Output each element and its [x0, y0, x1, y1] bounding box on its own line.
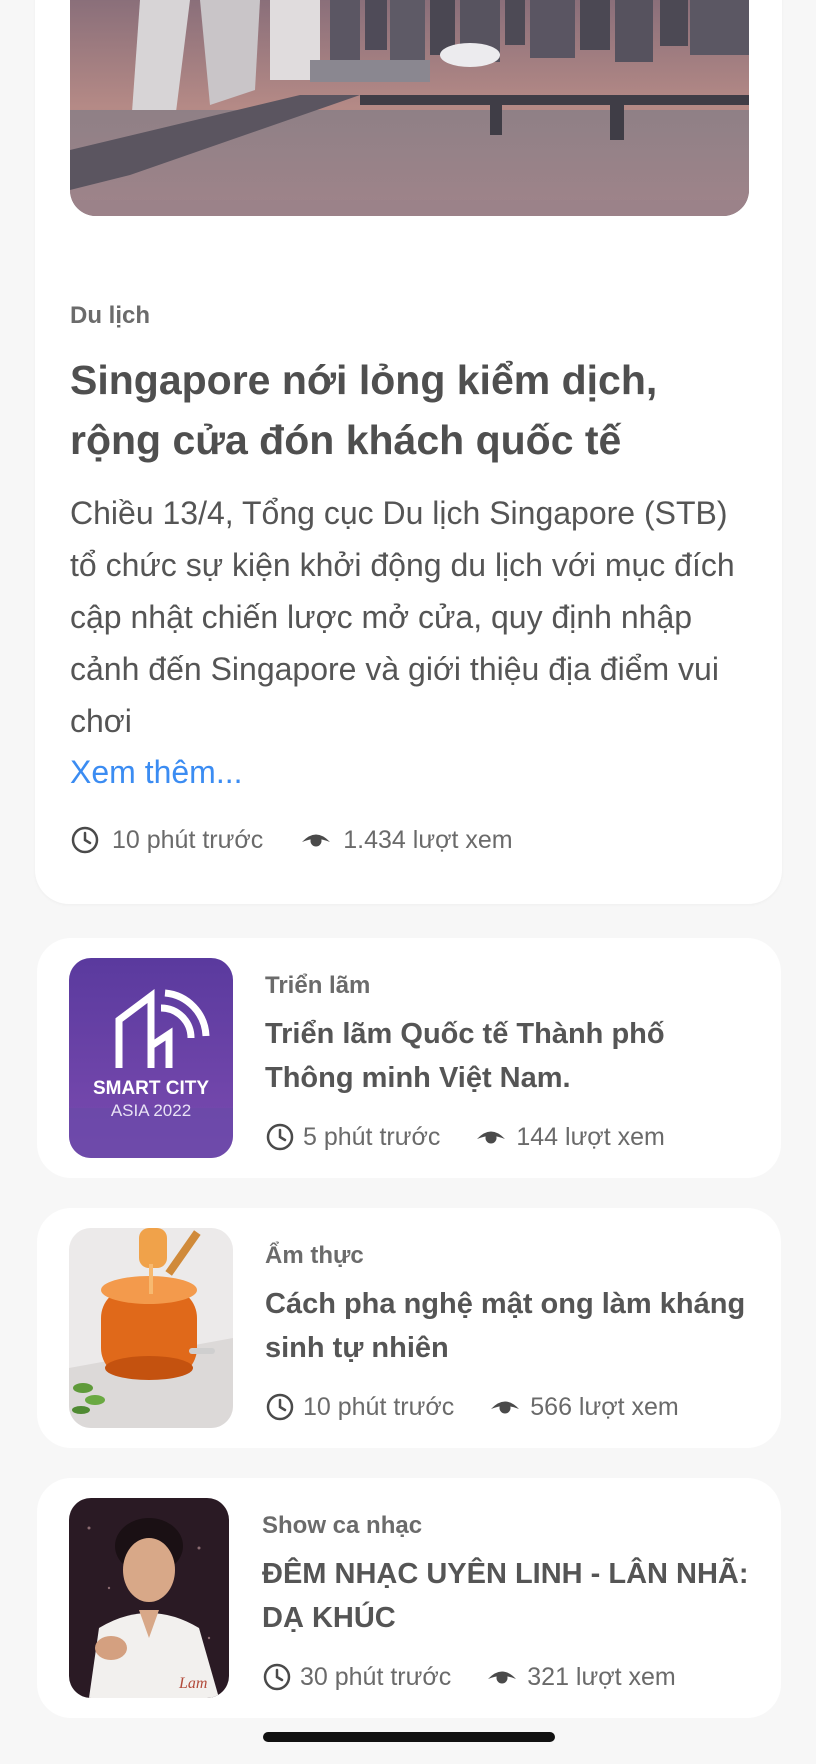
article-title[interactable]: Triển lãm Quốc tế Thành phố Thông minh V… [265, 1012, 755, 1100]
featured-category: Du lịch [70, 302, 151, 329]
featured-summary: Chiều 13/4, Tổng cục Du lịch Singapore (… [70, 495, 735, 739]
article-title[interactable]: Cách pha nghệ mật ong làm kháng sinh tự … [265, 1282, 755, 1370]
article-thumbnail[interactable] [69, 1228, 233, 1428]
time-meta: 30 phút trước [262, 1662, 451, 1692]
time-meta: 5 phút trước [265, 1122, 440, 1152]
eye-icon [491, 1401, 520, 1414]
clock-icon [71, 826, 99, 854]
views-text: 321 lượt xem [527, 1662, 676, 1691]
eye-icon [477, 1131, 506, 1144]
article-meta: 5 phút trước 144 lượt xem [265, 1122, 665, 1152]
clock-icon [266, 1393, 294, 1421]
featured-meta: 10 phút trước 1.434 lượt xem [70, 825, 513, 855]
article-thumbnail[interactable]: SMART CITY ASIA 2022 [69, 958, 233, 1158]
views-text: 566 lượt xem [530, 1392, 679, 1421]
article-meta: 30 phút trước 321 lượt xem [262, 1662, 676, 1692]
article-card[interactable]: SMART CITY ASIA 2022 Triển lãm Triển lãm… [37, 938, 781, 1178]
views-meta: 144 lượt xem [476, 1122, 665, 1152]
time-text: 10 phút trước [303, 1392, 455, 1421]
views-meta: 566 lượt xem [490, 1392, 679, 1422]
eye-icon [302, 834, 331, 847]
article-meta: 10 phút trước 566 lượt xem [265, 1392, 679, 1422]
time-text: 10 phút trước [112, 825, 264, 854]
article-thumbnail[interactable]: Lam [69, 1498, 229, 1698]
featured-article-card[interactable]: Du lịch Singapore nới lỏng kiểm dịch, rộ… [35, 0, 782, 904]
article-card[interactable]: Ẩm thực Cách pha nghệ mật ong làm kháng … [37, 1208, 781, 1448]
article-title[interactable]: ĐÊM NHẠC UYÊN LINH - LÂN NHÃ: DẠ KHÚC [262, 1552, 752, 1640]
featured-title[interactable]: Singapore nới lỏng kiểm dịch, rộng cửa đ… [70, 350, 730, 470]
views-meta: 1.434 lượt xem [301, 825, 513, 855]
article-category: Ẩm thực [265, 1242, 364, 1269]
views-text: 1.434 lượt xem [343, 825, 513, 854]
thumb-text-line2: ASIA 2022 [111, 1101, 191, 1120]
time-text: 30 phút trước [300, 1662, 452, 1691]
time-text: 5 phút trước [303, 1122, 441, 1151]
views-meta: 321 lượt xem [487, 1662, 676, 1692]
article-category: Triển lãm [265, 972, 371, 999]
featured-image[interactable] [70, 0, 749, 216]
article-card[interactable]: Lam Show ca nhạc ĐÊM NHẠC UYÊN LINH - LÂ… [37, 1478, 781, 1718]
eye-icon [488, 1671, 517, 1684]
clock-icon [266, 1123, 294, 1151]
article-category: Show ca nhạc [262, 1512, 423, 1539]
clock-icon [263, 1663, 291, 1691]
home-indicator[interactable] [263, 1732, 555, 1742]
thumb-text-line1: SMART CITY [93, 1078, 209, 1099]
views-text: 144 lượt xem [516, 1122, 665, 1151]
time-meta: 10 phút trước [265, 1392, 454, 1422]
time-meta: 10 phút trước [70, 825, 263, 855]
svg-text:Lam: Lam [178, 1675, 207, 1692]
read-more-link[interactable]: Xem thêm... [70, 754, 243, 791]
